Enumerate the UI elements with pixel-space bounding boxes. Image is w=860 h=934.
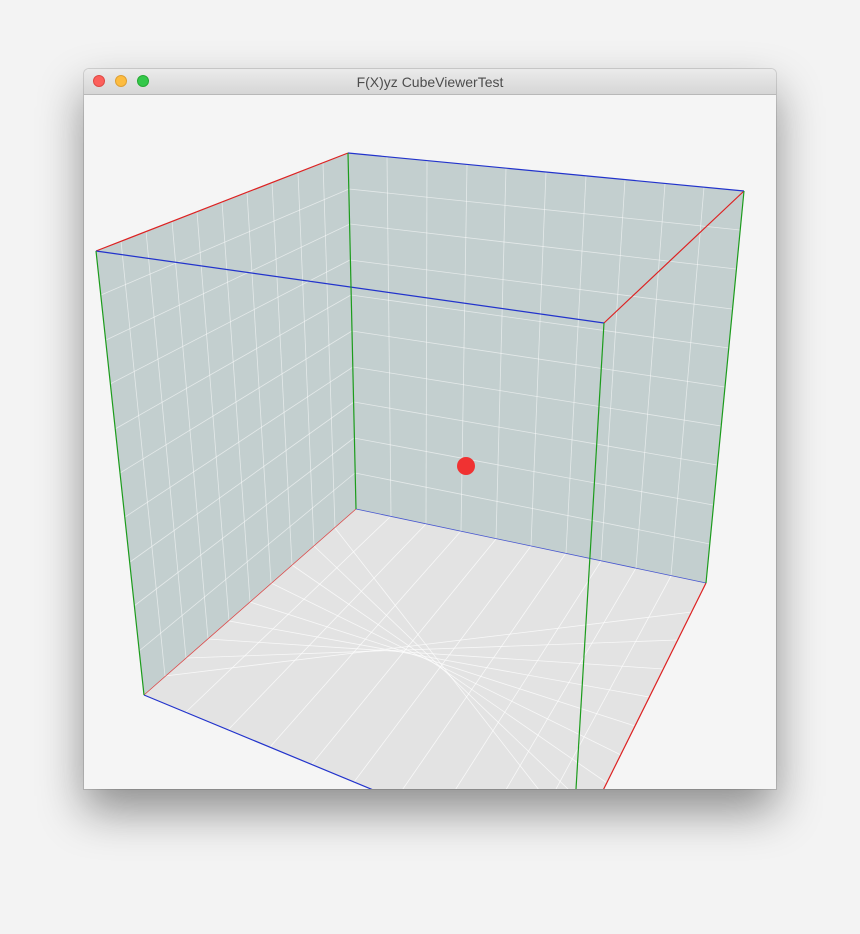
- title-bar[interactable]: F(X)yz CubeViewerTest: [84, 69, 776, 95]
- window-title: F(X)yz CubeViewerTest: [356, 74, 504, 90]
- cube-scene[interactable]: [84, 95, 776, 789]
- back-wall: [348, 153, 744, 583]
- app-window: F(X)yz CubeViewerTest: [84, 69, 776, 789]
- data-point[interactable]: [457, 457, 475, 475]
- back-wall-panel: [348, 153, 744, 583]
- cube-viewport[interactable]: [84, 95, 776, 789]
